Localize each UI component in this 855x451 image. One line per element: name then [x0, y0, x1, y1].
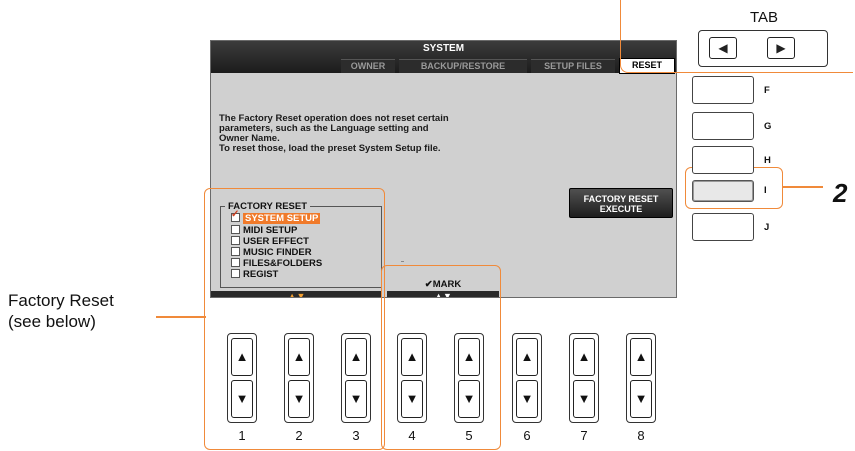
side-label-i: I	[764, 185, 767, 196]
button-number: 3	[352, 428, 360, 443]
side-button-i[interactable]	[692, 180, 754, 202]
info-line: To reset those, load the preset System S…	[219, 143, 441, 154]
down-arrow-icon[interactable]: ▼	[345, 380, 367, 418]
info-text: The Factory Reset operation does not res…	[219, 114, 579, 154]
up-arrow-icon[interactable]: ▲	[573, 338, 595, 376]
down-arrow-icon[interactable]: ▼	[401, 380, 423, 418]
side-label-h: H	[764, 155, 771, 166]
tab-right-button[interactable]: ▶	[767, 37, 795, 59]
button-number: 2	[295, 428, 303, 443]
up-arrow-icon[interactable]: ▲	[231, 338, 253, 376]
up-arrow-icon[interactable]: ▲	[630, 338, 652, 376]
down-arrow-icon[interactable]: ▼	[516, 380, 538, 418]
button-number: 4	[408, 428, 416, 443]
callout-line-2: (see below)	[8, 312, 96, 331]
updown-button-3: ▲ ▼	[341, 333, 371, 423]
updown-button-6: ▲ ▼	[512, 333, 542, 423]
button-number: 7	[580, 428, 588, 443]
side-label-g: G	[764, 121, 772, 132]
updown-button-4: ▲ ▼	[397, 333, 427, 423]
up-arrow-icon[interactable]: ▲	[516, 338, 538, 376]
down-arrow-icon[interactable]: ▼	[231, 380, 253, 418]
button-number: 5	[465, 428, 473, 443]
side-label-j: J	[764, 222, 770, 233]
side-label-f: F	[764, 85, 770, 96]
tab-control-housing: ◀ ▶	[698, 30, 828, 67]
side-button-g[interactable]	[692, 112, 754, 140]
step-callout-line	[783, 186, 823, 188]
factory-reset-execute-button[interactable]: FACTORY RESET EXECUTE	[569, 188, 673, 218]
updown-button-7: ▲ ▼	[569, 333, 599, 423]
side-button-j[interactable]	[692, 213, 754, 241]
updown-button-2: ▲ ▼	[284, 333, 314, 423]
factory-reset-callout: Factory Reset (see below)	[8, 290, 114, 332]
tab-backup-restore[interactable]: BACKUP/RESTORE	[399, 59, 527, 73]
step-number: 2	[833, 178, 848, 208]
down-arrow-icon[interactable]: ▼	[288, 380, 310, 418]
down-arrow-icon[interactable]: ▼	[458, 380, 480, 418]
screen-title: SYSTEM	[422, 43, 465, 54]
updown-button-5: ▲ ▼	[454, 333, 484, 423]
side-button-f[interactable]	[692, 76, 754, 104]
execute-line-2: EXECUTE	[599, 204, 643, 214]
up-arrow-icon[interactable]: ▲	[458, 338, 480, 376]
side-button-h[interactable]	[692, 146, 754, 174]
updown-button-8: ▲ ▼	[626, 333, 656, 423]
divider	[401, 261, 403, 263]
down-arrow-icon[interactable]: ▼	[630, 380, 652, 418]
button-number: 1	[238, 428, 246, 443]
down-arrow-icon[interactable]: ▼	[573, 380, 595, 418]
tab-owner[interactable]: OWNER	[341, 59, 395, 73]
up-arrow-icon[interactable]: ▲	[345, 338, 367, 376]
tab-left-button[interactable]: ◀	[709, 37, 737, 59]
tab-control-label: TAB	[750, 9, 779, 26]
updown-button-1: ▲ ▼	[227, 333, 257, 423]
button-number: 8	[637, 428, 645, 443]
button-number: 6	[523, 428, 531, 443]
side-callout-line	[156, 316, 206, 318]
tab-setup-files[interactable]: SETUP FILES	[531, 59, 615, 73]
up-arrow-icon[interactable]: ▲	[288, 338, 310, 376]
callout-line-1: Factory Reset	[8, 291, 114, 310]
up-arrow-icon[interactable]: ▲	[401, 338, 423, 376]
execute-line-1: FACTORY RESET	[583, 194, 659, 204]
